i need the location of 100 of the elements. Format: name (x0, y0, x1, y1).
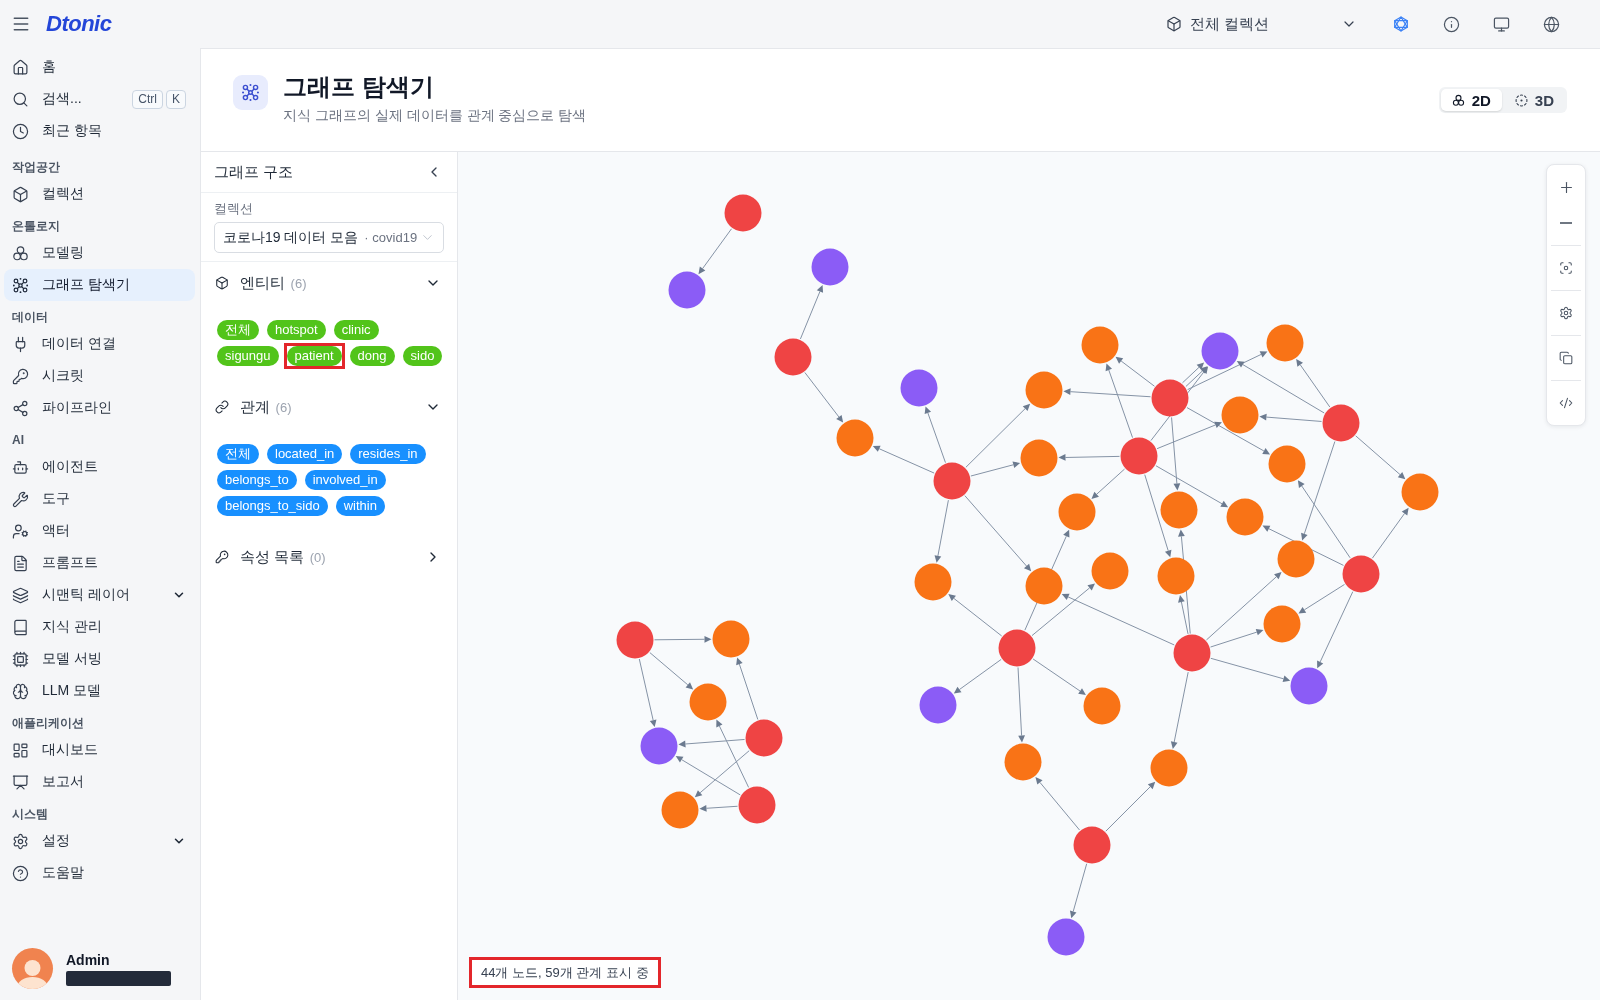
edge-arrow (1069, 863, 1088, 919)
shortcut-key: Ctrl (132, 89, 163, 109)
graph-node (1157, 557, 1195, 595)
user-gear-icon (12, 522, 29, 540)
edge-arrow (654, 635, 712, 643)
section-header[interactable]: 속성 목록 (0) (201, 536, 457, 578)
wrench-icon (12, 490, 29, 508)
graph-node (1073, 826, 1111, 864)
cube-icon (1166, 16, 1182, 32)
edge-arrow (804, 372, 844, 423)
graph-node (811, 248, 849, 286)
graph-node (1160, 491, 1198, 529)
graph-node (1083, 687, 1121, 725)
graph-node (1091, 552, 1129, 590)
section-heading: 애플리케이션 (11, 715, 85, 732)
section-header[interactable]: 관계 (6) (201, 386, 457, 428)
view-mode-tab[interactable]: 3D (1503, 89, 1565, 111)
menu-icon (11, 14, 31, 34)
nav-item[interactable]: 도구 (4, 483, 195, 515)
layers-icon (12, 586, 29, 604)
nav-item[interactable]: 모델 서빙 (4, 643, 195, 675)
nav-item[interactable]: 최근 항목 (4, 115, 195, 147)
graph-node (1290, 667, 1328, 705)
code-icon (1559, 396, 1573, 410)
dashed-circle-icon (1514, 93, 1528, 107)
graph-node (1322, 404, 1360, 442)
edge-arrow (698, 228, 733, 275)
nav-item[interactable]: 검색... Ctrl K (4, 83, 195, 115)
search-icon (12, 90, 29, 108)
shortcut-key: K (166, 89, 186, 109)
graph-node (689, 683, 727, 721)
nav-item[interactable]: 시맨틱 레이어 (4, 579, 195, 611)
nav-item[interactable]: 도움말 (4, 857, 195, 889)
graph-node (1004, 743, 1042, 781)
clock-icon (12, 122, 29, 140)
robot-icon (12, 458, 29, 476)
nav-item[interactable]: 모델링 (4, 237, 195, 269)
graph-node (774, 338, 812, 376)
section-header[interactable]: 엔티티 (6) (201, 262, 457, 304)
page-title: 그래프 탐색기 (283, 71, 435, 102)
edge-arrow (953, 658, 1002, 694)
nav-item[interactable]: 에이전트 (4, 451, 195, 483)
graph-icon (12, 276, 29, 294)
edge-arrow (1035, 777, 1081, 831)
globe-icon (1542, 15, 1560, 33)
nav-item[interactable]: 시크릿 (4, 360, 195, 392)
graph-node (1226, 498, 1264, 536)
view-mode-tab[interactable]: 2D (1440, 89, 1502, 111)
nav-item[interactable]: 지식 관리 (4, 611, 195, 643)
graph-node (616, 621, 654, 659)
book-icon (12, 618, 29, 636)
chip-icon (12, 650, 29, 668)
logo[interactable]: Dtonic (46, 11, 112, 37)
graph-node (1268, 445, 1306, 483)
collection-dropdown[interactable]: 전체 컬렉션 (1162, 9, 1361, 39)
section-heading: 시스템 (11, 806, 49, 823)
monitor-icon (1492, 15, 1510, 33)
graph-node (661, 791, 699, 829)
nav-item[interactable]: 프롬프트 (4, 547, 195, 579)
nav-item[interactable]: 대시보드 (4, 734, 195, 766)
section-heading: 데이터 (11, 309, 49, 326)
user-name: Admin (66, 951, 111, 969)
home-icon (12, 58, 29, 76)
graph-node (1150, 749, 1188, 787)
graph-node (640, 727, 678, 765)
graph-node (1025, 567, 1063, 605)
nav-item[interactable]: 설정 (4, 825, 195, 857)
graph-node (712, 620, 750, 658)
graph-node (1025, 371, 1063, 409)
graph-node (1081, 326, 1119, 364)
settings-icon (1559, 306, 1573, 320)
graph-node (1020, 439, 1058, 477)
graph-node (1151, 379, 1189, 417)
nav-item[interactable]: LLM 모델 (4, 675, 195, 707)
document-icon (12, 554, 29, 572)
edge-arrow (948, 594, 1003, 637)
circles-icon (12, 244, 29, 262)
nav-item[interactable]: 데이터 연결 (4, 328, 195, 360)
graph-node (1277, 540, 1315, 578)
nav-item[interactable]: 액터 (4, 515, 195, 547)
graph-node (998, 629, 1036, 667)
nav-item[interactable]: 홈 (4, 51, 195, 83)
graph-node (933, 462, 971, 500)
field-label: 컬렉션 (214, 201, 254, 217)
focus-icon (1559, 261, 1573, 275)
graph-node (1266, 324, 1304, 362)
graph-node (914, 563, 952, 601)
nav-item[interactable]: 컬렉션 (4, 178, 195, 210)
graph-node (836, 419, 874, 457)
help-icon (12, 864, 29, 882)
nav-item[interactable]: 파이프라인 (4, 392, 195, 424)
collection-select[interactable]: 코로나19 데이터 모음 · covid19 (214, 222, 444, 253)
nav-item[interactable]: 그래프 탐색기 (4, 269, 195, 301)
nav-item[interactable]: 보고서 (4, 766, 195, 798)
avatar[interactable] (12, 948, 53, 989)
status-label: 44개 노드, 59개 관계 표시 중 (472, 960, 658, 985)
graph-node (668, 271, 706, 309)
share-nodes-icon (12, 399, 29, 417)
edge-arrow (1371, 507, 1409, 559)
graph-node (919, 686, 957, 724)
